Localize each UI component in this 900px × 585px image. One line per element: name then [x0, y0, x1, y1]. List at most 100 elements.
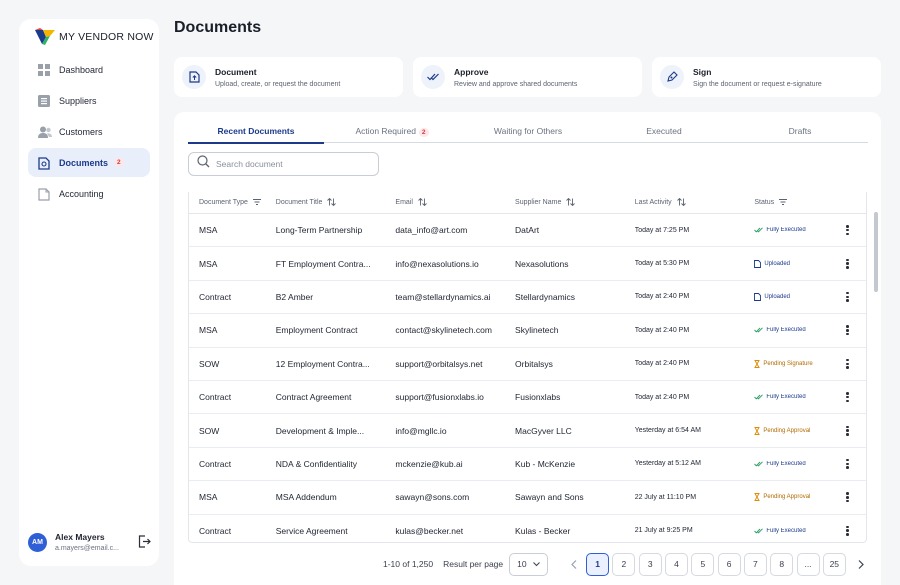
more-options-icon[interactable]: [843, 257, 853, 271]
page-button[interactable]: 4: [665, 552, 689, 576]
sidebar-item-label: Suppliers: [59, 95, 97, 106]
user-profile: AM Alex Mayers a.mayers@email.c...: [28, 532, 153, 552]
logout-icon[interactable]: [138, 535, 151, 548]
table-row[interactable]: Contract Service Agreement kulas@becker.ne…: [189, 515, 866, 542]
sort-icon[interactable]: [676, 197, 686, 208]
cell-document-title[interactable]: FT Employment Contra...: [276, 259, 396, 269]
cell-last-activity: Today at 5:30 PM: [634, 260, 690, 268]
page-button[interactable]: 5: [691, 552, 715, 576]
sidebar-item-documents[interactable]: Documents 2: [28, 148, 150, 177]
list-icon: [38, 94, 50, 107]
column-header-document-type[interactable]: Document Type: [189, 198, 276, 207]
filter-icon[interactable]: [252, 198, 261, 207]
cell-document-title[interactable]: Service Agreement: [276, 526, 396, 536]
search-input[interactable]: [216, 159, 366, 169]
cell-supplier-name: DatArt: [515, 225, 540, 236]
cell-document-title[interactable]: Development & Imple...: [276, 426, 396, 436]
document-icon: [38, 156, 50, 170]
column-header-supplier-name[interactable]: Supplier Name: [515, 197, 635, 208]
sidebar-item-accounting[interactable]: Accounting: [28, 179, 150, 208]
table-body: MSA Long-Term Partnership data_info@art.co…: [189, 214, 866, 542]
more-options-icon[interactable]: [843, 524, 853, 538]
table-row[interactable]: Contract B2 Amber team@stellardynamics.ai S…: [189, 281, 866, 315]
status-badge: Pending Approval: [754, 493, 829, 502]
per-page-select[interactable]: 10: [509, 552, 549, 576]
more-options-icon[interactable]: [843, 223, 853, 237]
table-row[interactable]: MSA MSA Addendum sawayn@sons.com Sawayn and…: [189, 481, 866, 515]
table-row[interactable]: Contract Contract Agreement support@fusion…: [189, 381, 866, 415]
sort-icon[interactable]: [418, 197, 427, 208]
sort-icon[interactable]: [327, 197, 337, 208]
page-button[interactable]: 6: [717, 552, 741, 576]
page-ellipsis[interactable]: ...: [796, 552, 820, 576]
status-badge: Fully Executed: [754, 227, 829, 233]
more-options-icon[interactable]: [843, 357, 853, 371]
document-icon: [754, 259, 762, 268]
search-box[interactable]: [188, 152, 379, 176]
more-options-icon[interactable]: [843, 390, 853, 404]
more-options-icon[interactable]: [843, 457, 853, 471]
more-options-icon[interactable]: [843, 424, 853, 438]
cell-document-title[interactable]: Employment Contract: [276, 325, 396, 335]
more-options-icon[interactable]: [843, 490, 853, 504]
cell-document-type: MSA: [199, 325, 218, 336]
avatar[interactable]: AM: [28, 532, 47, 552]
cell-email: data_info@art.com: [395, 225, 468, 236]
cell-document-title[interactable]: Long-Term Partnership: [276, 225, 396, 235]
more-options-icon[interactable]: [843, 290, 853, 304]
cell-document-title[interactable]: NDA & Confidentiality: [276, 459, 396, 469]
page-button[interactable]: 3: [638, 552, 662, 576]
page-button[interactable]: 2: [612, 552, 636, 576]
per-page-value: 10: [517, 559, 527, 569]
prev-page-button[interactable]: [563, 553, 585, 575]
table-row[interactable]: SOW 12 Employment Contra... support@orbita…: [189, 348, 866, 381]
approve-card[interactable]: Approve Review and approve shared docume…: [413, 57, 642, 97]
cell-document-type: Contract: [199, 525, 232, 536]
sidebar-item-label: Documents: [59, 157, 109, 168]
sign-card[interactable]: Sign Sign the document or request e-sign…: [652, 57, 881, 97]
tab-executed[interactable]: Executed: [596, 124, 732, 142]
column-header-status[interactable]: Status: [754, 198, 829, 207]
cell-document-title[interactable]: 12 Employment Contra...: [276, 359, 396, 369]
sidebar-item-dashboard[interactable]: Dashboard: [28, 55, 150, 84]
documents-panel: Recent Documents Action Required 2 Waitin…: [174, 112, 881, 585]
cell-supplier-name: Stellardynamics: [515, 291, 576, 302]
file-icon: [38, 187, 50, 201]
tab-action-required[interactable]: Action Required 2: [324, 124, 460, 142]
tab-label: Action Required: [355, 126, 416, 136]
cell-email: info@mgllc.io: [395, 425, 447, 436]
sidebar-item-customers[interactable]: Customers: [28, 117, 150, 146]
sort-icon[interactable]: [566, 197, 576, 208]
next-page-button[interactable]: [850, 553, 872, 575]
page-button[interactable]: 8: [770, 552, 794, 576]
column-header-last-activity[interactable]: Last Activity: [635, 197, 755, 208]
brand-logo[interactable]: MY VENDOR NOW: [35, 28, 154, 46]
table-row[interactable]: Contract NDA & Confidentiality mckenzie@ku…: [189, 448, 866, 482]
cell-document-title[interactable]: Contract Agreement: [276, 392, 396, 402]
page-button[interactable]: 7: [743, 552, 767, 576]
document-card[interactable]: Document Upload, create, or request the …: [174, 57, 403, 97]
page-button[interactable]: 1: [586, 552, 610, 576]
status-label: Fully Executed: [766, 227, 806, 234]
hourglass-icon: [754, 359, 760, 368]
cell-document-title[interactable]: MSA Addendum: [276, 492, 396, 502]
page-button[interactable]: 25: [822, 552, 846, 576]
tab-label: Recent Documents: [217, 126, 295, 136]
cell-supplier-name: Kub - McKenzie: [515, 458, 576, 469]
tab-drafts[interactable]: Drafts: [732, 124, 868, 142]
more-options-icon[interactable]: [843, 323, 853, 337]
cell-last-activity: Yesterday at 6:54 AM: [634, 427, 701, 435]
table-row[interactable]: MSA FT Employment Contra... info@nexasolut…: [189, 247, 866, 281]
tab-recent-documents[interactable]: Recent Documents: [188, 124, 324, 144]
tab-waiting-for-others[interactable]: Waiting for Others: [460, 124, 596, 142]
cell-document-type: Contract: [199, 458, 232, 469]
cell-document-title[interactable]: B2 Amber: [276, 292, 396, 302]
table-scrollbar[interactable]: [874, 212, 878, 292]
column-header-email[interactable]: Email: [395, 197, 515, 208]
table-row[interactable]: SOW Development & Imple... info@mgllc.io Ma…: [189, 414, 866, 448]
table-row[interactable]: MSA Employment Contract contact@skylinetec…: [189, 314, 866, 348]
column-header-document-title[interactable]: Document Title: [276, 197, 396, 208]
sidebar-item-suppliers[interactable]: Suppliers: [28, 86, 150, 115]
table-row[interactable]: MSA Long-Term Partnership data_info@art.co…: [189, 214, 866, 248]
filter-icon[interactable]: [779, 198, 788, 207]
